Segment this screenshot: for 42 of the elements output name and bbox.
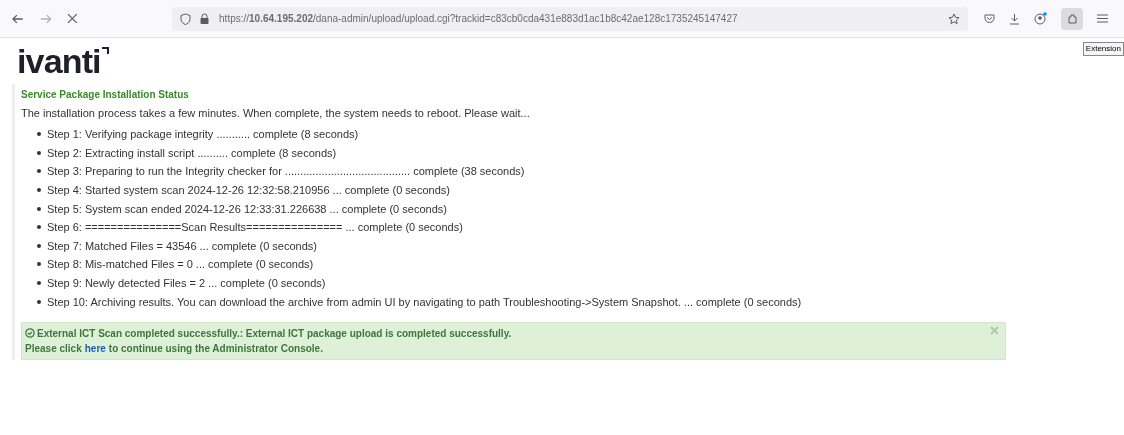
back-icon[interactable] <box>12 12 24 25</box>
check-circle-icon <box>25 328 35 339</box>
alert-text: to continue using the Administrator Console. <box>108 341 323 356</box>
step-text: Step 7: Matched Files = 43546 ... complete (0 seconds) <box>47 238 317 254</box>
step-text: Step 4: Started system scan 2024-12-26 12:32:58.210956 ... complete (0 seconds) <box>47 183 450 199</box>
url-text: https://10.64.195.202/dana-admin/upload/upload.cgi?trackid=c83cb0cda431e883d1ac1b8c42ae128c1735245147427 <box>219 12 738 26</box>
bullet-icon <box>37 188 41 193</box>
bullet-icon <box>37 281 41 286</box>
step-text: Step 9: Newly detected Files = 2 ... complete (0 seconds) <box>47 276 326 292</box>
step-text: Step 2: Extracting install script .......... complete (8 seconds) <box>47 145 337 161</box>
alert-message: External ICT Scan completed successfully.: External ICT package upload is completed successfully. <box>37 326 512 341</box>
alert-text: Please click <box>25 341 82 356</box>
step-text: Step 5: System scan ended 2024-12-26 12:33:31.226638 ... complete (0 seconds) <box>47 201 447 217</box>
download-icon[interactable] <box>1009 12 1020 25</box>
pocket-icon[interactable] <box>984 13 995 24</box>
bullet-icon <box>37 225 41 230</box>
step-text: Step 1: Verifying package integrity ........... complete (8 seconds) <box>47 127 359 143</box>
step-text: Step 6: ===============Scan Results=============== ... complete (0 seconds) <box>47 220 463 236</box>
here-link[interactable]: here <box>84 340 106 356</box>
logo-text: ivanti <box>17 42 101 80</box>
address-bar[interactable]: https://10.64.195.202/dana-admin/upload/upload.cgi?trackid=c83cb0cda431e883d1ac1b8c42ae128c1735245147427 <box>172 6 968 31</box>
step-text: Step 3: Preparing to run the Integrity checker for ......................................... complete (38 seconds) <box>47 164 525 180</box>
close-icon[interactable] <box>67 13 79 24</box>
bullet-icon <box>37 169 41 174</box>
shield-icon <box>180 12 192 25</box>
extensions-button[interactable] <box>1061 7 1083 30</box>
bullet-icon <box>37 132 41 137</box>
tooltip: Extension <box>1082 42 1124 56</box>
lock-icon <box>199 12 212 25</box>
bullet-icon <box>37 206 41 211</box>
logo-mark-icon <box>101 47 109 54</box>
section-heading: Service Package Installation Status <box>21 88 190 102</box>
step-text: Step 8: Mis-matched Files = 0 ... complete (0 seconds) <box>47 257 314 273</box>
bullet-icon <box>37 243 41 248</box>
intro-text: The installation process takes a few minutes. When complete, the system needs to reboot. Please wait... <box>21 106 531 121</box>
star-icon[interactable] <box>948 12 960 25</box>
bullet-icon <box>37 150 41 155</box>
menu-icon[interactable] <box>1097 14 1108 23</box>
account-icon[interactable] <box>1034 12 1047 25</box>
bullet-icon <box>37 299 41 304</box>
bullet-icon <box>37 262 41 267</box>
step-text: Step 10: Archiving results. You can download the archive from admin UI by navigating to path Troubleshooting->System Snapshot. ... complete (0 seconds) <box>47 294 802 310</box>
